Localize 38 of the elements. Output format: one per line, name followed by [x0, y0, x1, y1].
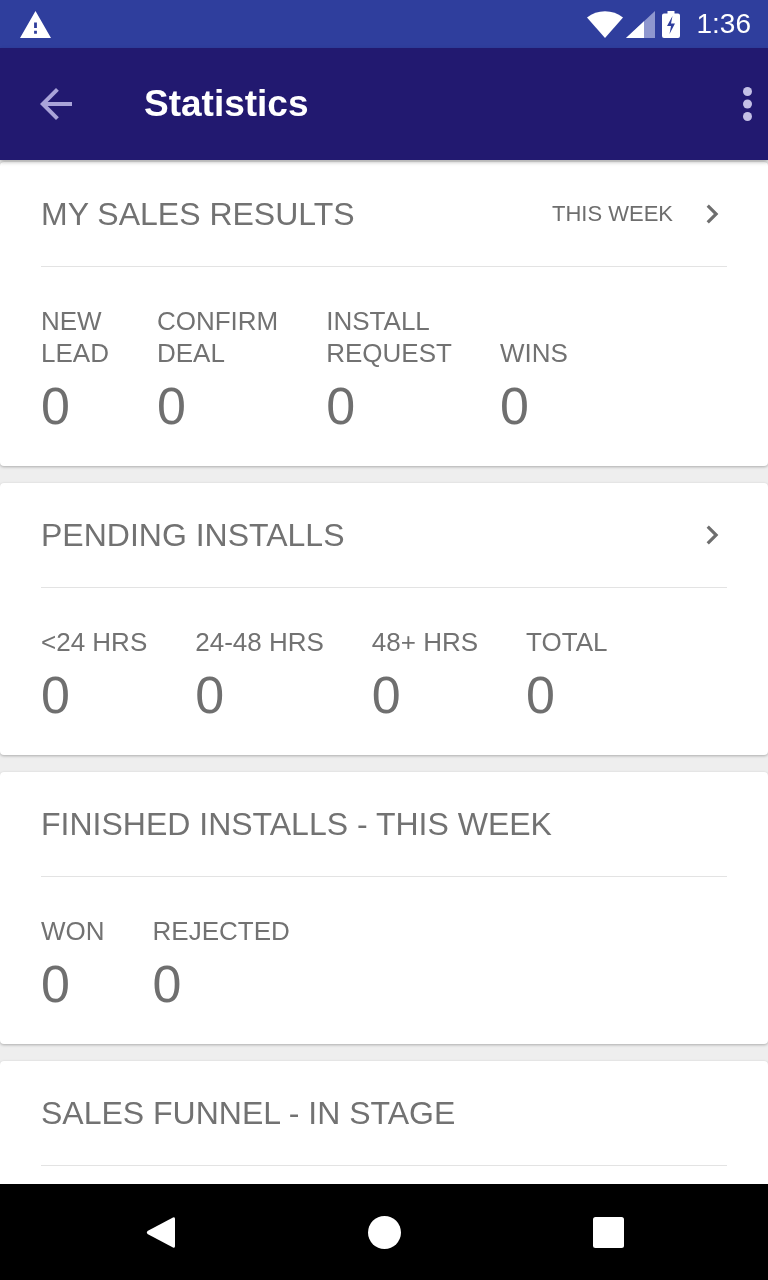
chevron-right-icon[interactable] — [706, 204, 719, 224]
back-arrow-icon[interactable] — [40, 88, 72, 120]
stat-label: WON — [41, 915, 105, 947]
stat-label: 24-48 HRS — [195, 626, 324, 658]
back-icon[interactable] — [145, 1215, 175, 1249]
stat-value: 0 — [499, 380, 530, 432]
status-time: 1:36 — [696, 8, 751, 40]
more-icon[interactable] — [743, 87, 752, 121]
battery-charging-icon — [661, 10, 680, 38]
stat-value: 0 — [152, 958, 183, 1010]
stat-label: CONFIRM DEAL — [156, 305, 279, 369]
card-title: SALES FUNNEL - IN STAGE — [41, 1094, 456, 1133]
period-label: THIS WEEK — [552, 200, 673, 228]
stat-label: INSTALL REQUEST — [326, 305, 452, 369]
stat-label: WINS — [499, 337, 568, 369]
stat-label: NEW LEAD — [41, 305, 109, 369]
card-title: PENDING INSTALLS — [41, 516, 345, 555]
stat-label: 48+ HRS — [371, 626, 479, 658]
stat-value: 0 — [326, 380, 357, 432]
stat-label: <24 HRS — [41, 626, 148, 658]
signal-icon — [625, 10, 655, 38]
stat-value: 0 — [41, 958, 71, 1010]
stat-value: 0 — [371, 669, 402, 721]
card-title: MY SALES RESULTS — [41, 195, 355, 234]
recents-icon[interactable] — [592, 1216, 624, 1248]
stat-value: 0 — [41, 669, 71, 721]
stat-value: 0 — [526, 669, 556, 721]
wifi-icon — [586, 10, 623, 38]
home-icon[interactable] — [367, 1215, 401, 1249]
stat-value: 0 — [41, 380, 71, 432]
chevron-right-icon[interactable] — [706, 525, 719, 545]
stat-label: TOTAL — [526, 626, 608, 658]
stat-value: 0 — [195, 669, 226, 721]
warning-icon — [20, 10, 51, 38]
card-title: FINISHED INSTALLS - THIS WEEK — [41, 805, 552, 844]
stat-value: 0 — [156, 380, 187, 432]
screen-title: Statistics — [144, 82, 309, 126]
stat-label: REJECTED — [152, 915, 290, 947]
